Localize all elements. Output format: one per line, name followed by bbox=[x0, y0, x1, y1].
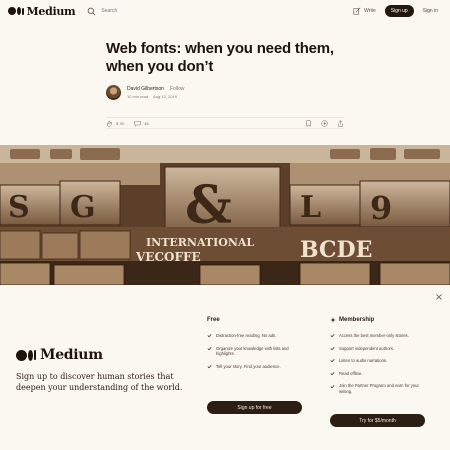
signup-overlay: × Medium Sign up to discover human stori… bbox=[0, 285, 450, 450]
hero-text-international: INTERNATIONAL bbox=[146, 236, 254, 249]
free-plan-features: Distraction-free reading. No ads. Organi… bbox=[207, 333, 303, 369]
hero-image: S G & L 9 INTERNATIONAL VECOFFE BCDE bbox=[0, 145, 450, 285]
comment-icon bbox=[134, 120, 141, 127]
plan-feature-text: Organize your knowledge with lists and h… bbox=[216, 345, 289, 357]
search-icon bbox=[88, 7, 96, 15]
check-icon bbox=[330, 372, 335, 376]
publish-date: Aug 12, 2019 bbox=[153, 94, 177, 99]
svg-text:9: 9 bbox=[370, 189, 392, 227]
membership-plan-title: Membership bbox=[339, 317, 375, 323]
share-icon[interactable] bbox=[337, 119, 344, 127]
plan-feature: Tell your story. Find your audience. bbox=[207, 364, 303, 370]
write-label: Write bbox=[364, 8, 376, 14]
author-name[interactable]: David Gilbertson bbox=[127, 86, 164, 92]
medium-logo-icon bbox=[16, 349, 36, 361]
check-icon bbox=[207, 346, 212, 351]
signin-link[interactable]: Sign in bbox=[423, 8, 438, 14]
free-plan: Free Distraction-free reading. No ads. O… bbox=[207, 315, 303, 414]
bookmark-add-icon[interactable] bbox=[305, 119, 312, 127]
follow-button[interactable]: Follow bbox=[170, 86, 184, 92]
logo-text: Medium bbox=[26, 4, 76, 18]
responses-button[interactable]: 46 bbox=[134, 120, 149, 127]
article-actions-bar: 5.7K 46 bbox=[106, 117, 344, 129]
plan-feature-text: Distraction-free reading. No ads. bbox=[216, 333, 277, 338]
close-button[interactable]: × bbox=[434, 293, 444, 303]
check-icon bbox=[330, 346, 335, 351]
membership-plan-title-row: Membership bbox=[330, 315, 428, 325]
check-icon bbox=[207, 334, 212, 338]
signup-free-button[interactable]: Sign up for free bbox=[207, 401, 302, 414]
byline: David Gilbertson Follow 10 min read Aug … bbox=[106, 85, 184, 100]
svg-text:G: G bbox=[70, 190, 96, 225]
search-input[interactable] bbox=[101, 8, 222, 14]
membership-plan-features: Access the best member-only stories. Sup… bbox=[330, 333, 428, 395]
plan-feature: Support independent authors. bbox=[330, 346, 428, 352]
plan-feature-text: Tell your story. Find your audience. bbox=[216, 363, 281, 369]
plan-feature-text: Read offline. bbox=[339, 370, 363, 376]
signup-button[interactable]: Sign up bbox=[384, 5, 414, 17]
check-icon bbox=[330, 359, 335, 363]
listen-icon[interactable] bbox=[321, 119, 328, 127]
check-icon bbox=[207, 365, 212, 369]
overlay-logo-text: Medium bbox=[40, 347, 103, 363]
overlay-tagline: Sign up to discover human stories that d… bbox=[16, 372, 183, 392]
plan-feature: Distraction-free reading. No ads. bbox=[207, 333, 303, 339]
write-icon bbox=[353, 7, 361, 15]
plan-feature: Join the Partner Program and earn for yo… bbox=[330, 383, 428, 394]
article-title: Web fonts: when you need them, when you … bbox=[106, 40, 334, 75]
check-icon bbox=[330, 384, 335, 388]
sparkle-icon bbox=[330, 317, 336, 323]
plan-feature: Read offline. bbox=[330, 371, 428, 377]
free-plan-title: Free bbox=[207, 317, 220, 323]
medium-logo-icon bbox=[8, 7, 24, 15]
plan-feature-text: Access the best member-only stories. bbox=[339, 333, 409, 338]
medium-logo[interactable]: Medium bbox=[8, 4, 76, 18]
overlay-logo: Medium bbox=[16, 347, 103, 363]
hero-text-bcde: BCDE bbox=[300, 237, 372, 263]
responses-count: 46 bbox=[144, 120, 149, 126]
svg-text:&: & bbox=[185, 175, 232, 236]
plan-feature-text: Support independent authors. bbox=[339, 345, 395, 351]
author-avatar[interactable] bbox=[106, 85, 121, 100]
clap-button[interactable]: 5.7K bbox=[106, 120, 124, 127]
check-icon bbox=[330, 334, 335, 338]
plan-feature: Organize your knowledge with lists and h… bbox=[207, 346, 303, 357]
write-link[interactable]: Write bbox=[353, 7, 376, 15]
plan-feature: Listen to audio narrations. bbox=[330, 358, 428, 364]
plan-feature-text: Join the Partner Program and earn for yo… bbox=[339, 383, 419, 394]
clap-icon bbox=[106, 120, 113, 127]
membership-plan: Membership Access the best member-only s… bbox=[330, 315, 428, 427]
top-nav: Medium Write Sign up Sign in bbox=[0, 0, 450, 22]
letterpress-illustration: S G & L 9 INTERNATIONAL VECOFFE BCDE bbox=[0, 145, 450, 285]
svg-text:L: L bbox=[300, 190, 321, 225]
plan-feature-text: Listen to audio narrations. bbox=[339, 358, 388, 364]
read-time: 10 min read bbox=[127, 94, 149, 99]
plan-feature: Access the best member-only stories. bbox=[330, 333, 428, 339]
svg-text:S: S bbox=[8, 190, 30, 225]
membership-button[interactable]: Try for $5/month bbox=[330, 414, 425, 427]
search-bar[interactable] bbox=[87, 7, 222, 16]
clap-count: 5.7K bbox=[116, 120, 125, 126]
